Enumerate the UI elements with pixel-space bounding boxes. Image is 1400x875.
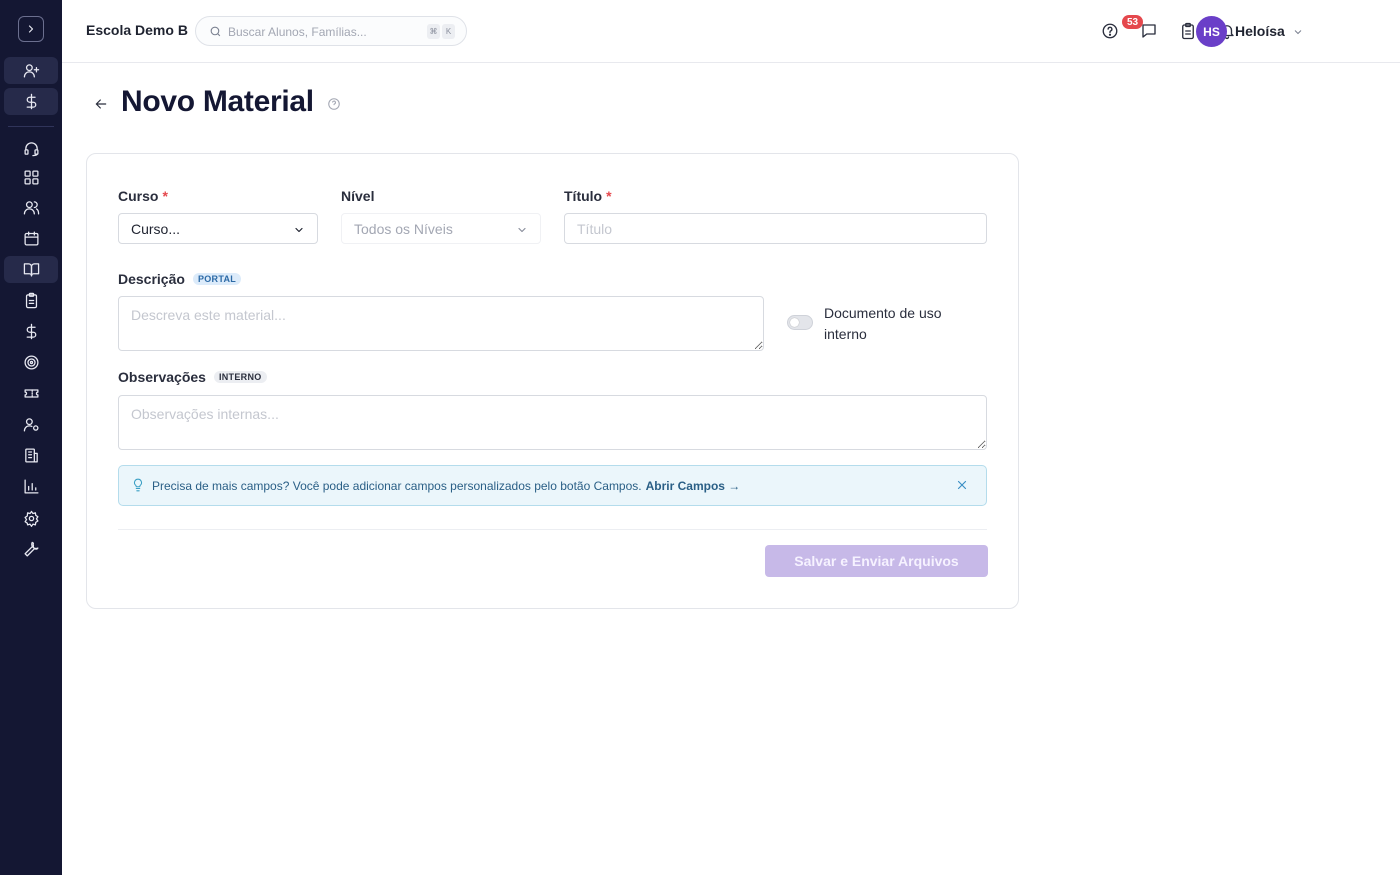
sidebar-item-goals[interactable] — [4, 349, 58, 376]
target-icon — [23, 355, 39, 370]
portal-tag: PORTAL — [192, 273, 242, 285]
headset-icon — [23, 142, 39, 157]
save-and-upload-button[interactable]: Salvar e Enviar Arquivos — [765, 545, 988, 577]
school-name[interactable]: Escola Demo B — [86, 22, 188, 38]
chevron-down-icon — [516, 223, 528, 235]
sidebar-item-dashboard[interactable] — [4, 164, 58, 191]
shortcut-key-cmd: ⌘ — [427, 24, 440, 39]
sidebar-item-materials[interactable] — [4, 256, 58, 283]
titulo-label: Título * — [564, 188, 612, 204]
user-cog-icon — [23, 418, 39, 432]
book-open-icon — [23, 263, 39, 277]
page-help-button[interactable] — [327, 97, 341, 111]
sidebar-item-staff[interactable] — [4, 411, 58, 438]
open-fields-link[interactable]: Abrir Campos → — [646, 479, 741, 493]
observacoes-label: Observações INTERNO — [118, 369, 267, 385]
dollar-icon — [26, 93, 36, 110]
required-mark: * — [606, 188, 612, 204]
sidebar-item-settings[interactable] — [4, 505, 58, 532]
nivel-select-value: Todos os Níveis — [354, 220, 453, 237]
custom-fields-notice: Precisa de mais campos? Você pode adicio… — [118, 465, 987, 506]
chevron-down-icon — [293, 223, 305, 235]
search-icon — [210, 26, 221, 37]
curso-label-text: Curso — [118, 188, 159, 204]
sidebar-item-people[interactable] — [4, 194, 58, 221]
help-circle-icon — [328, 98, 340, 110]
descricao-textarea[interactable] — [118, 296, 764, 351]
search-box[interactable]: ⌘ K — [195, 16, 467, 46]
titulo-input[interactable] — [564, 213, 987, 244]
required-mark: * — [162, 188, 168, 204]
sidebar-item-support[interactable] — [4, 135, 58, 162]
descricao-label-text: Descrição — [118, 271, 185, 287]
curso-label: Curso * — [118, 188, 168, 204]
observacoes-label-text: Observações — [118, 369, 206, 385]
lightbulb-icon — [131, 478, 145, 492]
tasks-count-badge: 53 — [1122, 15, 1143, 29]
arrow-left-icon — [95, 99, 107, 109]
search-input[interactable] — [228, 22, 416, 42]
sidebar-expand-button[interactable] — [18, 16, 44, 42]
nivel-select[interactable]: Todos os Níveis — [341, 213, 541, 244]
sidebar-item-organization[interactable] — [4, 442, 58, 469]
tasks-button[interactable] — [1178, 21, 1198, 41]
building-icon — [24, 448, 38, 463]
notice-message: Precisa de mais campos? Você pode adicio… — [152, 479, 642, 493]
sidebar-divider — [8, 126, 54, 127]
curso-select[interactable]: Curso... — [118, 213, 318, 244]
chevron-right-icon — [28, 25, 34, 33]
sidebar-item-calendar[interactable] — [4, 225, 58, 252]
wrench-icon — [23, 541, 39, 557]
sidebar-item-tasks[interactable] — [4, 287, 58, 314]
calendar-icon — [23, 231, 39, 246]
user-menu-chevron[interactable] — [1292, 25, 1304, 37]
shortcut-key-k: K — [442, 24, 455, 39]
sidebar-item-tickets[interactable] — [4, 380, 58, 407]
curso-select-value: Curso... — [131, 220, 181, 237]
descricao-label: Descrição PORTAL — [118, 271, 242, 287]
message-square-icon — [1142, 24, 1156, 38]
users-icon — [23, 201, 39, 215]
bar-chart-icon — [23, 479, 39, 494]
form-divider — [118, 529, 987, 530]
notice-text: Precisa de mais campos? Você pode adicio… — [152, 479, 740, 493]
user-name[interactable]: Heloísa — [1235, 23, 1285, 39]
dashboard-icon — [23, 170, 39, 185]
notice-close-button[interactable] — [955, 478, 971, 494]
gear-icon — [23, 510, 39, 527]
user-plus-icon — [23, 64, 39, 78]
chevron-down-icon — [1294, 30, 1302, 35]
internal-document-label: Documento de uso interno — [824, 305, 942, 342]
material-form-card: Curso * Curso... Nível Todos os Níveis Tí… — [86, 153, 1019, 609]
internal-document-toggle[interactable] — [787, 315, 813, 330]
page-title: Novo Material — [121, 85, 314, 118]
observacoes-textarea[interactable] — [118, 395, 987, 450]
titulo-label-text: Título — [564, 188, 603, 204]
ticket-icon — [23, 389, 39, 398]
user-avatar[interactable]: HS — [1196, 16, 1227, 47]
clipboard-list-icon — [1182, 22, 1194, 40]
close-icon — [957, 480, 967, 490]
nivel-label: Nível — [341, 188, 375, 204]
help-circle-icon — [1102, 23, 1118, 39]
sidebar-item-tools[interactable] — [4, 536, 58, 563]
interno-tag: INTERNO — [213, 371, 267, 383]
sidebar — [0, 0, 62, 875]
clipboard-icon — [25, 292, 37, 309]
sidebar-item-add-student[interactable] — [4, 57, 58, 84]
dollar-icon — [26, 323, 36, 340]
help-button[interactable] — [1100, 21, 1120, 41]
back-button[interactable] — [93, 96, 109, 112]
sidebar-item-finance[interactable] — [4, 318, 58, 345]
sidebar-item-reports[interactable] — [4, 473, 58, 500]
sidebar-item-payments[interactable] — [4, 88, 58, 115]
